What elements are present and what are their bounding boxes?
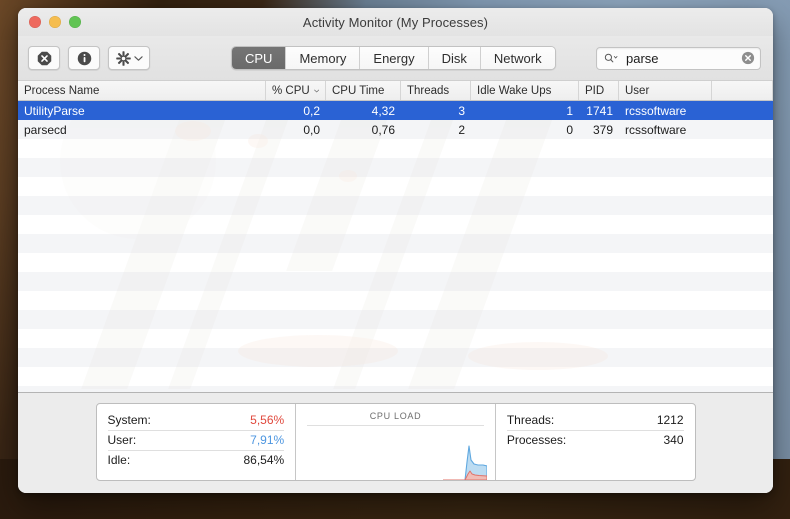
cell-idle-wake-ups: 0	[566, 122, 573, 137]
row-stripes	[18, 101, 773, 392]
column-label: Idle Wake Ups	[477, 84, 552, 97]
cell-user: rcssoftware	[625, 103, 687, 118]
cell-cpu-time: 4,32	[371, 103, 395, 118]
cpu-load-box: CPU LOAD	[296, 404, 496, 480]
stat-label: System:	[107, 413, 151, 427]
stat-value: 7,91%	[250, 433, 285, 447]
column-header-process-name[interactable]: Process Name	[18, 81, 266, 100]
column-header-pid[interactable]: PID	[579, 81, 619, 100]
window-controls	[18, 16, 81, 28]
cpu-usage-box: System: 5,56% User: 7,91% Idle: 86,54%	[97, 404, 297, 480]
process-list[interactable]: UtilityParse 0,2 4,32 3 1 1741 rcssoftwa…	[18, 101, 773, 392]
cell-cpu-percent: 0,0	[303, 122, 320, 137]
stat-value: 1212	[656, 413, 684, 427]
window-title: Activity Monitor (My Processes)	[302, 14, 489, 30]
chevron-down-icon	[133, 55, 143, 61]
column-label: Threads	[407, 84, 450, 97]
column-label: PID	[585, 84, 605, 97]
stat-row-threads: Threads: 1212	[506, 411, 684, 431]
close-button[interactable]	[29, 16, 41, 28]
cpu-load-sparkline	[442, 445, 487, 480]
view-options-button[interactable]	[108, 46, 150, 70]
column-header-cpu-percent[interactable]: % CPU	[266, 81, 326, 100]
cell-threads: 2	[458, 122, 465, 137]
table-row[interactable]: UtilityParse 0,2 4,32 3 1 1741 rcssoftwa…	[18, 101, 773, 120]
stat-label: Processes:	[506, 433, 567, 447]
counters-box: Threads: 1212 Processes: 340	[496, 404, 695, 480]
column-header-threads[interactable]: Threads	[401, 81, 471, 100]
view-tabs: CPU Memory Energy Disk Network	[231, 46, 556, 70]
stat-label: User:	[107, 433, 137, 447]
stat-row-idle: Idle: 86,54%	[108, 451, 285, 470]
stat-label: Idle:	[107, 453, 131, 467]
cpu-load-title: CPU LOAD	[307, 411, 484, 426]
chevron-down-icon	[313, 89, 319, 92]
cell-pid: 379	[592, 122, 613, 137]
cell-threads: 3	[458, 103, 465, 118]
desktop-background: Activity Monitor (My Processes) CPU Memo…	[0, 0, 790, 519]
cell-cpu-percent: 0,2	[303, 103, 320, 118]
tab-cpu[interactable]: CPU	[232, 47, 287, 69]
statistics-panel: System: 5,56% User: 7,91% Idle: 86,54% C…	[18, 392, 773, 493]
tab-memory[interactable]: Memory	[286, 47, 361, 69]
search-input-value[interactable]: parse	[626, 51, 741, 66]
column-label: CPU Time	[332, 84, 385, 97]
clear-icon[interactable]	[741, 51, 755, 65]
column-label: % CPU	[272, 84, 310, 97]
stat-value: 5,56%	[250, 413, 285, 427]
tab-disk[interactable]: Disk	[428, 47, 481, 69]
stat-row-system: System: 5,56%	[107, 411, 285, 431]
stat-row-user: User: 7,91%	[107, 431, 285, 451]
search-icon[interactable]	[604, 52, 619, 64]
search-field[interactable]: parse	[596, 46, 761, 70]
cell-cpu-time: 0,76	[371, 122, 395, 137]
column-label: Process Name	[24, 84, 100, 97]
inspect-process-button[interactable]	[68, 46, 100, 70]
cell-idle-wake-ups: 1	[566, 103, 573, 118]
stat-value: 86,54%	[243, 453, 285, 467]
column-header-idle-wake-ups[interactable]: Idle Wake Ups	[471, 81, 579, 100]
tab-energy[interactable]: Energy	[360, 47, 429, 69]
stat-label: Threads:	[506, 413, 555, 427]
stop-process-button[interactable]	[28, 46, 60, 70]
column-header-spacer[interactable]	[712, 81, 773, 100]
cell-process-name: UtilityParse	[24, 103, 85, 118]
column-header-user[interactable]: User	[619, 81, 712, 100]
cell-user: rcssoftware	[625, 122, 687, 137]
stat-row-processes: Processes: 340	[507, 431, 684, 450]
statistics-container: System: 5,56% User: 7,91% Idle: 86,54% C…	[95, 403, 696, 481]
activity-monitor-window: Activity Monitor (My Processes) CPU Memo…	[18, 8, 773, 493]
toolbar: CPU Memory Energy Disk Network parse	[18, 36, 773, 80]
minimize-button[interactable]	[49, 16, 61, 28]
stat-value: 340	[663, 433, 684, 447]
column-label: User	[625, 84, 650, 97]
column-header-cpu-time[interactable]: CPU Time	[326, 81, 401, 100]
cell-process-name: parsecd	[24, 122, 67, 137]
inspect-info-icon	[77, 51, 91, 65]
gear-icon	[115, 50, 131, 66]
table-column-headers: Process Name % CPU CPU Time Threads Idle…	[18, 80, 773, 101]
cell-pid: 1741	[586, 103, 613, 118]
zoom-button[interactable]	[69, 16, 81, 28]
tab-network[interactable]: Network	[480, 47, 555, 69]
window-titlebar: Activity Monitor (My Processes)	[18, 8, 773, 36]
stop-process-icon	[37, 51, 51, 65]
table-row[interactable]: parsecd 0,0 0,76 2 0 379 rcssoftware	[18, 120, 773, 139]
